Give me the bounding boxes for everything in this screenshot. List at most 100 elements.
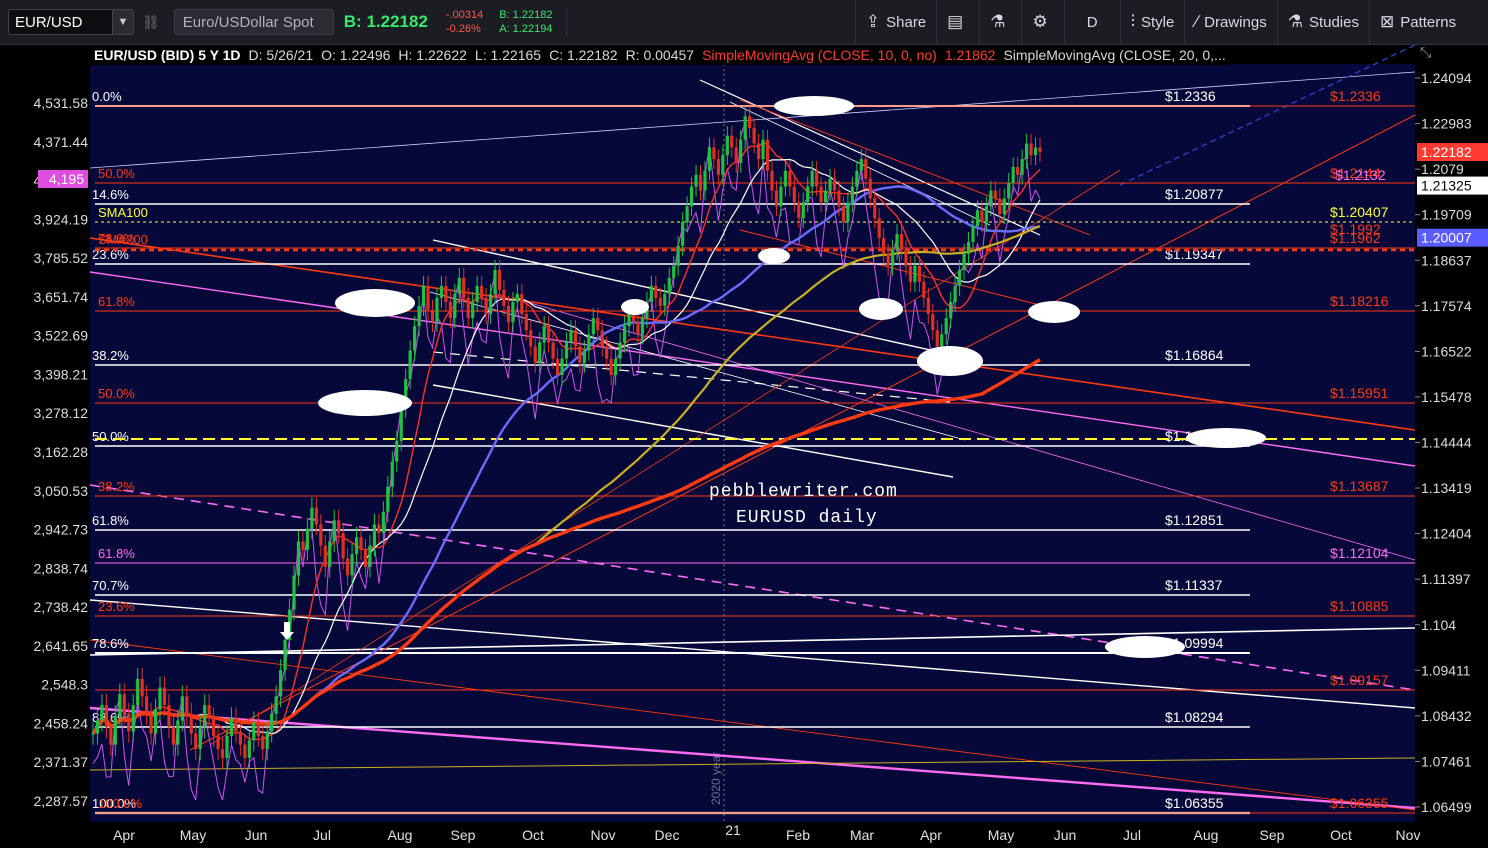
style-button[interactable]: ⫶ Style	[1121, 0, 1186, 44]
bid-price: B: 1.22182	[343, 12, 428, 31]
candle-body	[466, 297, 470, 319]
candle-body	[1024, 143, 1029, 160]
candle-body	[658, 297, 662, 306]
candle-body	[484, 297, 488, 315]
fib-price-label: $1.06355	[1165, 795, 1224, 811]
candle-body	[922, 281, 926, 298]
candle-body	[457, 277, 461, 294]
candle-body	[819, 186, 823, 203]
candle-body	[931, 314, 935, 331]
share-button[interactable]: ⇪ Share	[854, 0, 938, 44]
candle-body	[966, 241, 971, 254]
candle-body	[265, 731, 269, 750]
x-tick-label: Jun	[245, 827, 268, 843]
flask-button[interactable]: ⚗	[980, 0, 1023, 44]
candle-body	[609, 358, 613, 375]
candle-body	[113, 716, 117, 745]
sma100-price-label: $1.20407	[1330, 204, 1389, 220]
expand-icon[interactable]: ⤡	[1420, 44, 1431, 61]
fib-red-pct-label: 61.8%	[98, 294, 135, 309]
candle-body	[636, 322, 640, 335]
candle-body	[279, 670, 283, 697]
left-tick-label: 2,548.3	[41, 677, 88, 693]
candle-body	[341, 532, 345, 559]
candle-body	[502, 289, 506, 306]
candle-body	[949, 301, 953, 319]
candle-body	[815, 170, 819, 187]
candle-body	[962, 253, 966, 270]
candle-body	[480, 285, 484, 298]
candle-body	[810, 170, 814, 187]
gear-icon: ⚙	[1032, 12, 1048, 31]
candle-body	[229, 718, 234, 736]
studies-label: Studies	[1308, 13, 1359, 31]
candle-body	[573, 330, 578, 347]
left-tick-label: 3,651.74	[34, 289, 89, 305]
candle-body	[551, 342, 555, 359]
x-tick-label: Apr	[113, 827, 135, 843]
candle-body	[555, 358, 560, 375]
symbol-selector[interactable]: EUR/USD ▼	[8, 9, 134, 35]
candle-body	[256, 722, 260, 736]
candle-body	[748, 116, 752, 128]
left-tick-label: 2,738.42	[34, 599, 89, 615]
candle-body	[859, 159, 863, 171]
candle-body	[926, 297, 930, 315]
candle-body	[1007, 182, 1011, 199]
price-chart[interactable]: 2020 year 0.0% $1.2336 14.6% $1.20877 23.6% $…	[0, 44, 1488, 848]
patterns-label: Patterns	[1400, 13, 1457, 31]
candle-body	[368, 545, 372, 567]
candle-body	[225, 735, 229, 758]
candle-body	[413, 326, 417, 351]
candle-body	[989, 190, 993, 207]
candle-body	[91, 733, 95, 735]
left-tick-label: 2,641.65	[34, 638, 89, 654]
candle-body	[350, 554, 354, 576]
fib-price-label: $1.16864	[1165, 347, 1224, 363]
candle-body	[1011, 166, 1015, 183]
candle-body	[363, 549, 368, 567]
info-date: D: 5/26/21	[248, 47, 314, 63]
candle-body	[207, 705, 211, 719]
candle-body	[203, 705, 207, 728]
gear-button[interactable]: ⚙	[1022, 0, 1065, 44]
candle-body	[730, 135, 734, 148]
patterns-icon: ⊠	[1380, 12, 1395, 31]
candle-body	[533, 346, 537, 363]
candle-body	[274, 696, 278, 714]
x-tick-label: Oct	[522, 827, 544, 843]
candle-body	[538, 342, 542, 363]
symbol-description: Euro/USDollar Spot	[173, 9, 334, 35]
chart-settings-button[interactable]: ▤	[937, 0, 981, 44]
candle-body	[618, 342, 622, 359]
left-marker-label: 4,195	[49, 171, 84, 187]
candle-body	[899, 233, 904, 250]
candle-body	[797, 202, 801, 219]
candle-body	[971, 226, 975, 242]
candle-body	[122, 694, 126, 714]
candle-body	[1033, 147, 1038, 156]
target-ellipse	[1028, 301, 1080, 323]
fib-pink-pct-label: 61.8%	[98, 546, 135, 561]
chevron-down-icon[interactable]: ▼	[112, 10, 133, 34]
link-icon[interactable]: ⛓	[142, 14, 160, 31]
candle-body	[707, 147, 712, 171]
candle-body	[100, 705, 104, 721]
change-box: -.00314 -0.26%	[438, 8, 491, 36]
candle-body	[176, 720, 180, 745]
left-tick-label: 3,050.53	[34, 483, 89, 499]
candle-body	[198, 727, 202, 750]
left-tick-label: 3,398.21	[34, 366, 89, 382]
candle-body	[323, 545, 327, 567]
patterns-button[interactable]: ⊠ Patterns	[1370, 0, 1488, 44]
candle-body	[868, 178, 872, 199]
left-tick-label: 3,924.19	[34, 211, 89, 227]
candle-body	[261, 735, 265, 750]
aggregation-button[interactable]: D	[1065, 0, 1121, 44]
right-tick-label: 1.08432	[1421, 708, 1472, 724]
studies-button[interactable]: ⚗ Studies	[1278, 0, 1370, 44]
candle-body	[243, 744, 247, 758]
candle-body	[774, 190, 779, 207]
grid-icon: ▤	[947, 12, 964, 31]
drawings-button[interactable]: ∕ Drawings	[1185, 0, 1278, 44]
